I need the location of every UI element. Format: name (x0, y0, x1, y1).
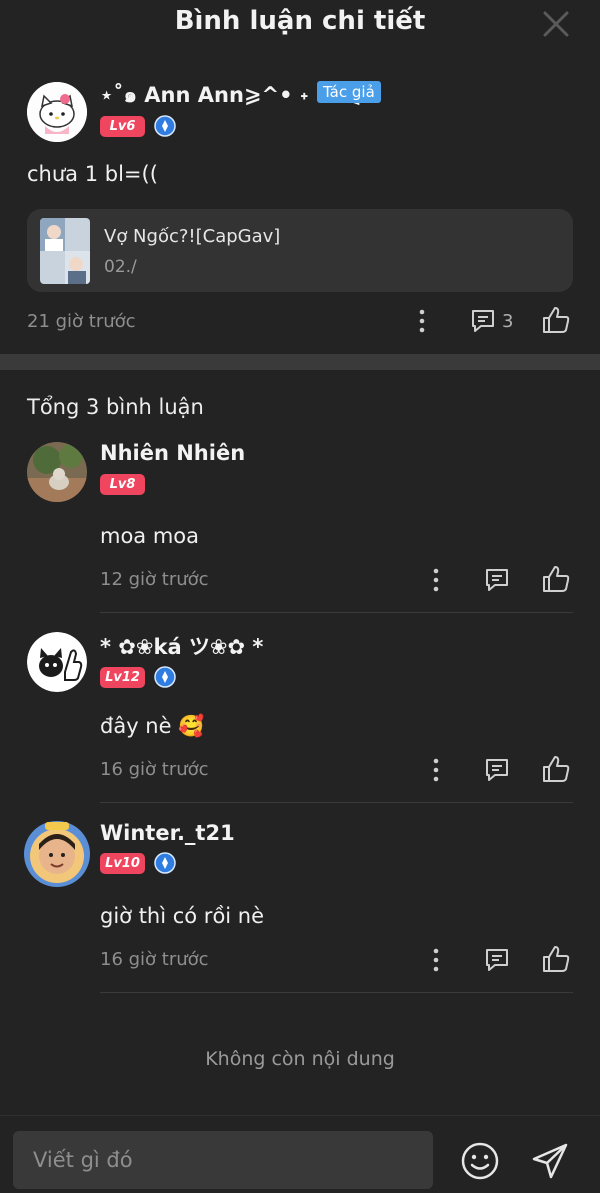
reply-divider (100, 802, 573, 803)
reply-text: moa moa (100, 524, 200, 548)
main-comment: ⋆˚๑ Ann Ann⩾^• ˖ • ͡ ̊⩽ Tác giả Lv6 chưa… (0, 50, 600, 354)
more-options-icon[interactable] (417, 307, 427, 335)
reply-comment-icon[interactable] (483, 946, 511, 974)
total-comments-label: Tổng 3 bình luận (27, 395, 204, 419)
more-options-icon[interactable] (431, 756, 441, 784)
reply-text: đây nè 🥰 (100, 714, 205, 738)
avatar[interactable] (23, 820, 91, 888)
avatar[interactable] (27, 82, 87, 142)
comment-input[interactable] (13, 1131, 433, 1189)
header-bar: Bình luận chi tiết (0, 0, 600, 50)
user-name[interactable]: Winter._t21 (100, 821, 235, 845)
level-badge: Lv8 (100, 474, 145, 495)
comment-time: 21 giờ trước (27, 311, 136, 332)
post-subtitle: 02./ (104, 257, 137, 277)
section-divider (0, 354, 600, 370)
like-icon[interactable] (541, 564, 571, 594)
user-name[interactable]: Nhiên Nhiên (100, 441, 245, 465)
avatar[interactable] (27, 632, 87, 692)
reply-item: Winter._t21 Lv10 giờ thì có rồi nè 16 gi… (0, 810, 600, 1000)
level-badge: Lv12 (100, 667, 145, 688)
reply-comment-icon[interactable] (469, 307, 497, 335)
reply-divider (100, 612, 573, 613)
reply-divider (100, 992, 573, 993)
like-icon[interactable] (541, 305, 571, 335)
user-name[interactable]: * ✿❀ká ツ❀✿ * (100, 631, 263, 661)
verified-icon (154, 115, 176, 137)
end-of-content-label: Không còn nội dung (205, 1048, 395, 1070)
level-badge: Lv10 (100, 853, 145, 874)
more-options-icon[interactable] (431, 566, 441, 594)
reply-comment-icon[interactable] (483, 756, 511, 784)
quoted-post-card[interactable]: Vợ Ngốc?![CapGav] 02./ (27, 209, 573, 292)
like-icon[interactable] (541, 754, 571, 784)
page-title: Bình luận chi tiết (174, 6, 426, 36)
level-badge: Lv6 (100, 116, 145, 137)
reply-count: 3 (502, 311, 514, 332)
send-icon[interactable] (530, 1141, 570, 1181)
more-options-icon[interactable] (431, 946, 441, 974)
author-tag: Tác giả (317, 81, 381, 103)
reply-item: Nhiên Nhiên Lv8 moa moa 12 giờ trước (0, 430, 600, 620)
verified-icon (154, 666, 176, 688)
close-icon[interactable] (542, 10, 570, 38)
comment-text: chưa 1 bl=(( (27, 162, 158, 186)
reply-item: * ✿❀ká ツ❀✿ * Lv12 đây nè 🥰 16 giờ trước (0, 620, 600, 810)
emoji-icon[interactable] (460, 1141, 500, 1181)
verified-icon (154, 852, 176, 874)
hello-kitty-avatar-image (27, 82, 87, 142)
reply-text: giờ thì có rồi nè (100, 904, 265, 928)
like-icon[interactable] (541, 944, 571, 974)
reply-time: 16 giờ trước (100, 759, 209, 780)
post-title: Vợ Ngốc?![CapGav] (104, 226, 281, 247)
reply-comment-icon[interactable] (483, 566, 511, 594)
comment-input-bar (0, 1115, 600, 1193)
avatar[interactable] (27, 442, 87, 502)
reply-time: 16 giờ trước (100, 949, 209, 970)
reply-time: 12 giờ trước (100, 569, 209, 590)
post-thumbnail (40, 218, 90, 284)
